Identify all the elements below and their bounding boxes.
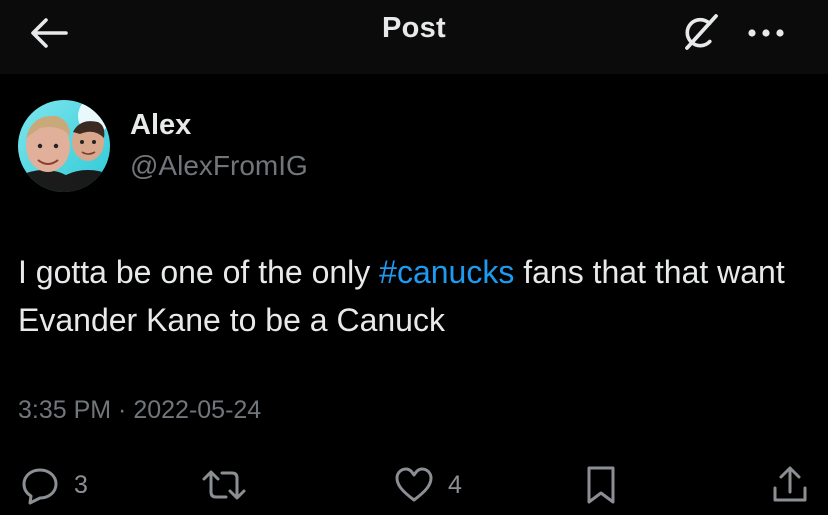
tweet-text-start: I gotta be one of the only [18, 254, 380, 290]
post-timestamp: 3:35 PM · 2022-05-24 [18, 396, 261, 425]
author-name[interactable]: Alex [130, 109, 191, 142]
retweet-icon [200, 465, 248, 505]
like-button[interactable]: 4 [394, 460, 462, 510]
reply-button[interactable]: 3 [20, 460, 88, 510]
bookmark-button[interactable] [584, 460, 618, 510]
author-block: Alex @AlexFromIG [18, 100, 798, 196]
reply-count: 3 [74, 470, 88, 499]
meta-separator: · [111, 396, 134, 424]
avatar-photo [18, 100, 110, 192]
tweet-text: I gotta be one of the only #canucks fans… [18, 248, 818, 344]
hashtag-link[interactable]: #canucks [379, 254, 514, 290]
grok-button[interactable] [670, 10, 728, 56]
retweet-button[interactable] [200, 460, 262, 510]
post-time: 3:35 PM [18, 396, 112, 424]
like-count: 4 [448, 470, 462, 499]
grok-icon [676, 10, 722, 56]
share-button[interactable] [770, 460, 810, 510]
more-horizontal-icon [746, 27, 786, 39]
author-handle[interactable]: @AlexFromIG [130, 150, 308, 182]
heart-icon [394, 466, 434, 504]
top-bar: Post [0, 0, 828, 74]
post-screen: Post Alex @AlexFromIG I gotta be one of … [0, 0, 828, 515]
share-icon [770, 464, 810, 506]
more-button[interactable] [738, 10, 794, 56]
reply-icon [20, 465, 60, 505]
action-bar: 3 4 [0, 460, 828, 510]
avatar[interactable] [18, 100, 110, 192]
bookmark-icon [584, 464, 618, 506]
post-date: 2022-05-24 [133, 396, 262, 424]
